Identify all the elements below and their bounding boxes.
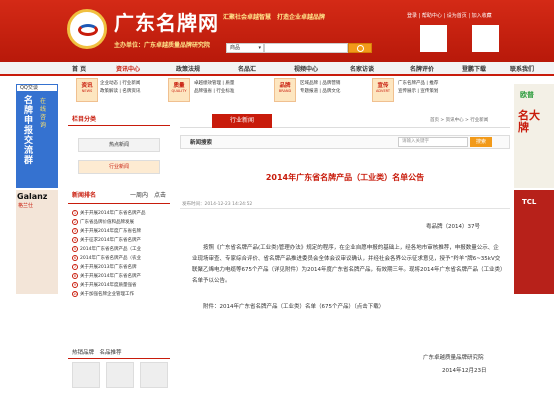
category-row: 资讯 NEWS 企业动态 | 行业新闻 政策解读 | 名牌资讯 质量 QUALITY … xyxy=(72,78,502,106)
list-item[interactable]: 10 关于加强名牌企业管理工作 xyxy=(72,290,168,299)
qq-ad-subtext: 在线咨询 xyxy=(40,98,47,129)
nav-news[interactable]: 资讯中心 xyxy=(116,64,140,73)
nav-products[interactable]: 名品汇 xyxy=(238,64,256,73)
list-item[interactable]: 7 关于开展2013年广东省名牌 xyxy=(72,263,168,272)
list-item[interactable]: 9 关于开展2014年度质量强省 xyxy=(72,281,168,290)
article-title: 2014年广东省名牌产品（工业类）名单公告 xyxy=(265,173,425,182)
list-item[interactable]: 8 关于开展2014年广东省名牌产 xyxy=(72,272,168,281)
brand-thumb[interactable] xyxy=(72,362,100,388)
news-ranking-header: 新闻排名 一周内 点击 xyxy=(68,190,170,204)
category-quality[interactable]: 质量 QUALITY xyxy=(168,78,190,102)
document-number: 粤品牌（2014）37号 xyxy=(426,224,480,230)
article-body: 按照《广东省名牌产品(工业类)管理办法》规定的程序，在企业自愿申报的基础上，经各… xyxy=(192,245,503,284)
opple-logo: 欧普 xyxy=(520,91,534,99)
article-signer: 广东卓越质量品牌研究院 xyxy=(423,355,484,361)
galanz-logo: Galanz xyxy=(17,192,48,201)
list-item[interactable]: 2 广东省品牌价值和品牌发展 xyxy=(72,218,168,227)
nav-video[interactable]: 视频中心 xyxy=(294,64,318,73)
nav-download[interactable]: 登鹏下载 xyxy=(462,64,486,73)
tab-industry-news[interactable]: 行业新闻 xyxy=(212,114,272,128)
news-search-input[interactable]: 请输入关键字 xyxy=(398,137,468,147)
tab-clicks[interactable]: 点击 xyxy=(154,190,166,202)
qr-code-icon xyxy=(472,25,499,52)
top-links[interactable]: 登录 | 帮助中心 | 设为首页 | 加入收藏 xyxy=(407,12,492,19)
category-advert[interactable]: 宣传 ADVERT xyxy=(372,78,394,102)
divider xyxy=(180,208,510,209)
qq-ad-banner[interactable] xyxy=(16,84,58,188)
category-links[interactable]: 区域品牌 | 品牌营销 专题报道 | 品牌文化 xyxy=(300,80,340,96)
qq-ad-text: 名牌申报交流群 xyxy=(24,96,34,166)
category-brand[interactable]: 品牌 BRAND xyxy=(274,78,296,102)
category-news[interactable]: 资讯 NEWS xyxy=(76,78,98,102)
galanz-sub: 格兰仕 xyxy=(18,203,34,209)
slogan: 汇聚社会卓越智慧 打造企业卓越品牌 xyxy=(223,14,326,21)
search-category-select[interactable]: 商品 xyxy=(226,43,264,53)
nav-policy[interactable]: 政策法规 xyxy=(176,64,200,73)
news-search-label: 新闻搜索 xyxy=(190,140,213,146)
search-button[interactable] xyxy=(348,43,372,53)
nav-contact[interactable]: 联系我们 xyxy=(510,64,534,73)
tcl-logo: TCL xyxy=(522,198,537,206)
category-links[interactable]: 广东名牌产品 | 推荐 宣传展示 | 宣传策划 xyxy=(398,80,438,96)
sidebar-title: 栏目分类 xyxy=(68,114,170,126)
tab-week[interactable]: 一周内 xyxy=(130,190,148,202)
brand-thumb[interactable] xyxy=(140,362,168,388)
category-links[interactable]: 卓越绩效管理 | 质量 品牌强省 | 行业标准 xyxy=(194,80,234,96)
list-item[interactable]: 4 关于征求2014年广东省名牌产 xyxy=(72,236,168,245)
sidebar-item-industry-news[interactable]: 行业新闻 xyxy=(78,160,160,174)
attachment-link[interactable]: 附件：2014年广东省名牌产品（工业类）名单（675个产品）（点击下载） xyxy=(203,302,384,310)
article-date: 2014年12月23日 xyxy=(442,368,487,374)
hot-brands-thumbs xyxy=(72,362,168,392)
nav-home[interactable]: 首 页 xyxy=(72,64,86,73)
breadcrumb[interactable]: 首页 > 资讯中心 > 行业新闻 xyxy=(430,117,488,123)
search-input[interactable] xyxy=(264,43,348,53)
brand-thumb[interactable] xyxy=(106,362,134,388)
sidebar-item-hot-news[interactable]: 热点新闻 xyxy=(78,138,160,152)
nav-brand-eval[interactable]: 名牌评价 xyxy=(410,64,434,73)
list-item[interactable]: 1 关于开展2014年广东省名牌产品 xyxy=(72,209,168,218)
qr-code-icon xyxy=(420,25,447,52)
site-logo[interactable] xyxy=(67,9,107,49)
hot-brands-title[interactable]: 热销品牌 名品推荐 xyxy=(68,347,170,359)
list-item[interactable]: 6 2014年广东省名牌产品（农业 xyxy=(72,254,168,263)
news-ranking-title: 新闻排名 xyxy=(72,192,97,199)
qq-chat-label[interactable]: QQ交谈 xyxy=(16,84,58,92)
category-links[interactable]: 企业动态 | 行业新闻 政策解读 | 名牌资讯 xyxy=(100,80,140,96)
nav-interview[interactable]: 名家访谈 xyxy=(350,64,374,73)
list-item[interactable]: 3 关于开展2014年度广东省名牌 xyxy=(72,227,168,236)
site-name: 广东名牌网 xyxy=(114,11,219,35)
sponsor-text: 主办单位：广东卓越质量品牌研究院 xyxy=(114,42,211,49)
main-nav: 首 页 资讯中心 政策法规 名品汇 视频中心 名家访谈 名牌评价 登鹏下载 联系… xyxy=(0,62,554,76)
list-item[interactable]: 5 2014年广东省名牌产品（工业 xyxy=(72,245,168,254)
opple-ad-text: 名大牌 xyxy=(518,109,540,134)
news-ranking-list: 1 关于开展2014年广东省名牌产品 2 广东省品牌价值和品牌发展 3 关于开展201… xyxy=(72,209,168,299)
article-meta: 发布时间：2014-12-23 14:24:52 xyxy=(182,202,253,207)
news-search-button[interactable]: 搜索 xyxy=(470,137,492,147)
